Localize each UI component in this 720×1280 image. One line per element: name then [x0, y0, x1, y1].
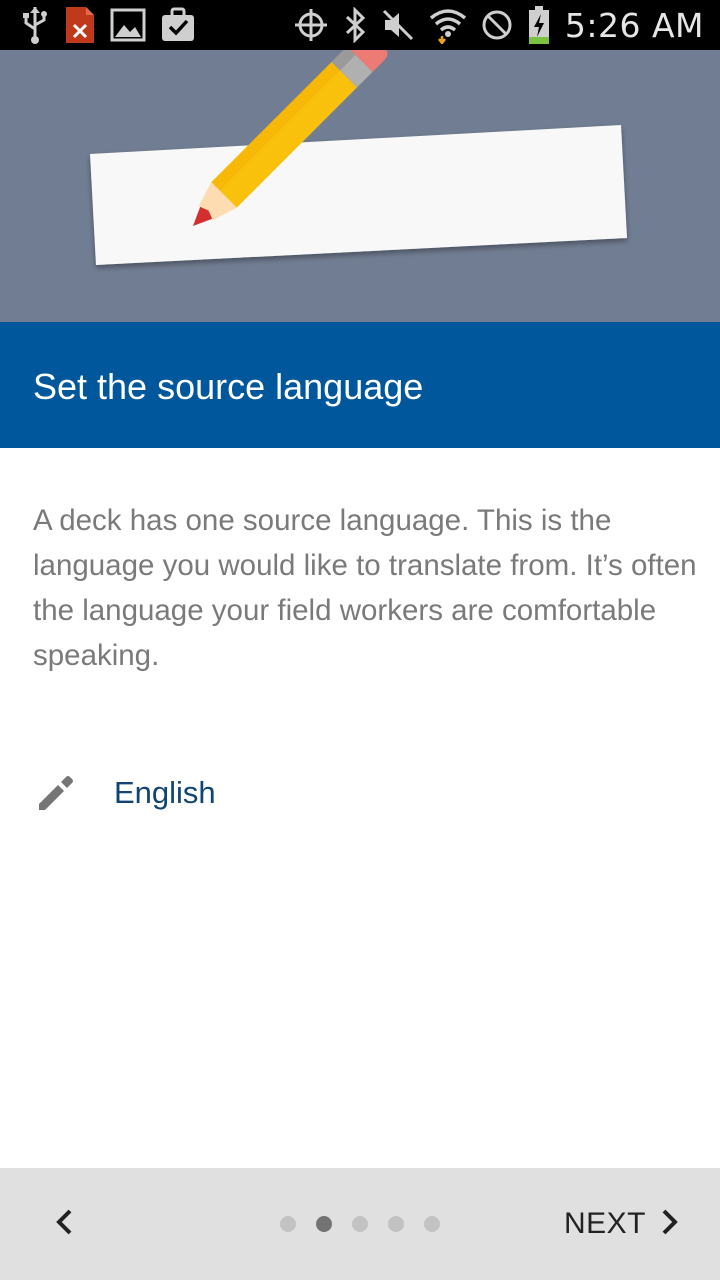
briefcase-check-icon: [160, 7, 196, 43]
blocked-icon: [481, 9, 513, 41]
bluetooth-icon: [343, 7, 367, 43]
page-dot: [424, 1216, 440, 1232]
bottom-navigation: NEXT: [0, 1168, 720, 1280]
source-language-selector[interactable]: English: [30, 758, 430, 828]
page-dot: [352, 1216, 368, 1232]
description-text: A deck has one source language. This is …: [33, 504, 697, 672]
back-button[interactable]: [36, 1196, 92, 1252]
page-dot-active: [316, 1216, 332, 1232]
source-language-value[interactable]: English: [114, 775, 216, 811]
battery-charging-icon: [527, 5, 551, 45]
page-dot: [388, 1216, 404, 1232]
page-dot: [280, 1216, 296, 1232]
gps-icon: [293, 7, 329, 43]
chevron-right-icon[interactable]: [658, 1207, 682, 1241]
next-button[interactable]: NEXT: [564, 1196, 682, 1252]
page-indicator: [280, 1216, 440, 1232]
page-title: Set the source language: [33, 366, 424, 407]
paper-card: [90, 125, 627, 265]
status-time: 5:26 AM: [564, 5, 704, 45]
file-error-icon: [64, 5, 96, 45]
next-button-label[interactable]: NEXT: [564, 1207, 646, 1241]
mute-icon: [381, 8, 415, 42]
status-bar: 5:26 AM: [0, 0, 720, 50]
edit-icon[interactable]: [30, 768, 80, 818]
page-header: Set the source language: [0, 322, 720, 448]
wifi-icon: [429, 6, 467, 44]
usb-icon: [20, 5, 50, 45]
app-screen: 5:26 AM Set the source language A deck h…: [0, 0, 720, 1280]
chevron-left-icon[interactable]: [52, 1207, 76, 1241]
hero-illustration: [0, 50, 720, 322]
gallery-icon: [110, 7, 146, 43]
